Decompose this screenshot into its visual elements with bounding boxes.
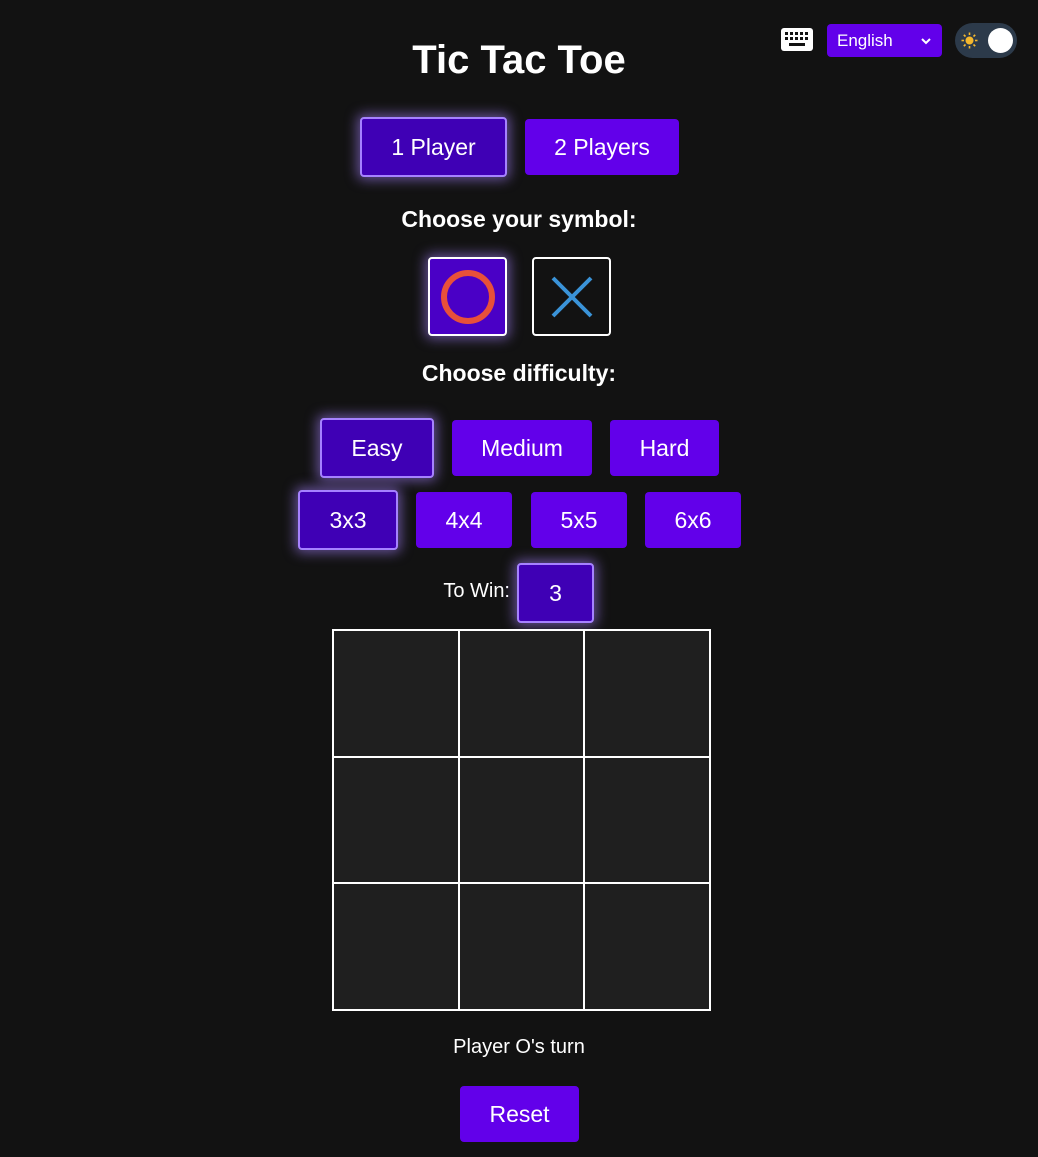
size-3x3-button[interactable]: 3x3 [298, 490, 398, 550]
board-cell-7[interactable] [334, 884, 458, 1009]
symbol-label: Choose your symbol: [401, 206, 637, 232]
cross-x-icon [551, 276, 592, 317]
game-board [332, 629, 711, 1011]
symbol-x-button[interactable] [532, 257, 611, 336]
turn-status: Player O's turn [453, 1036, 585, 1058]
difficulty-label: Choose difficulty: [421, 360, 617, 386]
size-5x5-button[interactable]: 5x5 [531, 492, 627, 548]
board-cell-1[interactable] [334, 631, 458, 756]
board-cell-6[interactable] [585, 757, 709, 883]
size-6x6-button[interactable]: 6x6 [645, 492, 741, 548]
board-cell-4[interactable] [334, 757, 458, 883]
game-page: English Tic Tac Toe 1 Player 2 Players C… [0, 0, 1038, 1157]
size-4x4-button[interactable]: 4x4 [416, 492, 512, 548]
page-title: Tic Tac Toe [412, 38, 626, 82]
board-cell-5[interactable] [459, 757, 584, 883]
board-cell-3[interactable] [585, 631, 709, 756]
board-cell-9[interactable] [585, 884, 709, 1009]
difficulty-hard-button[interactable]: Hard [610, 420, 719, 476]
difficulty-medium-button[interactable]: Medium [452, 420, 592, 476]
to-win-label: To Win: [443, 580, 510, 602]
to-win-value-button[interactable]: 3 [517, 563, 594, 623]
circle-o-icon [440, 269, 495, 324]
board-cell-2[interactable] [459, 631, 584, 756]
symbol-o-button[interactable] [428, 257, 507, 336]
difficulty-easy-button[interactable]: Easy [320, 418, 434, 478]
reset-button[interactable]: Reset [460, 1086, 579, 1142]
mode-1-player-button[interactable]: 1 Player [360, 117, 507, 177]
board-cell-8[interactable] [459, 884, 584, 1009]
mode-2-players-button[interactable]: 2 Players [525, 119, 679, 175]
